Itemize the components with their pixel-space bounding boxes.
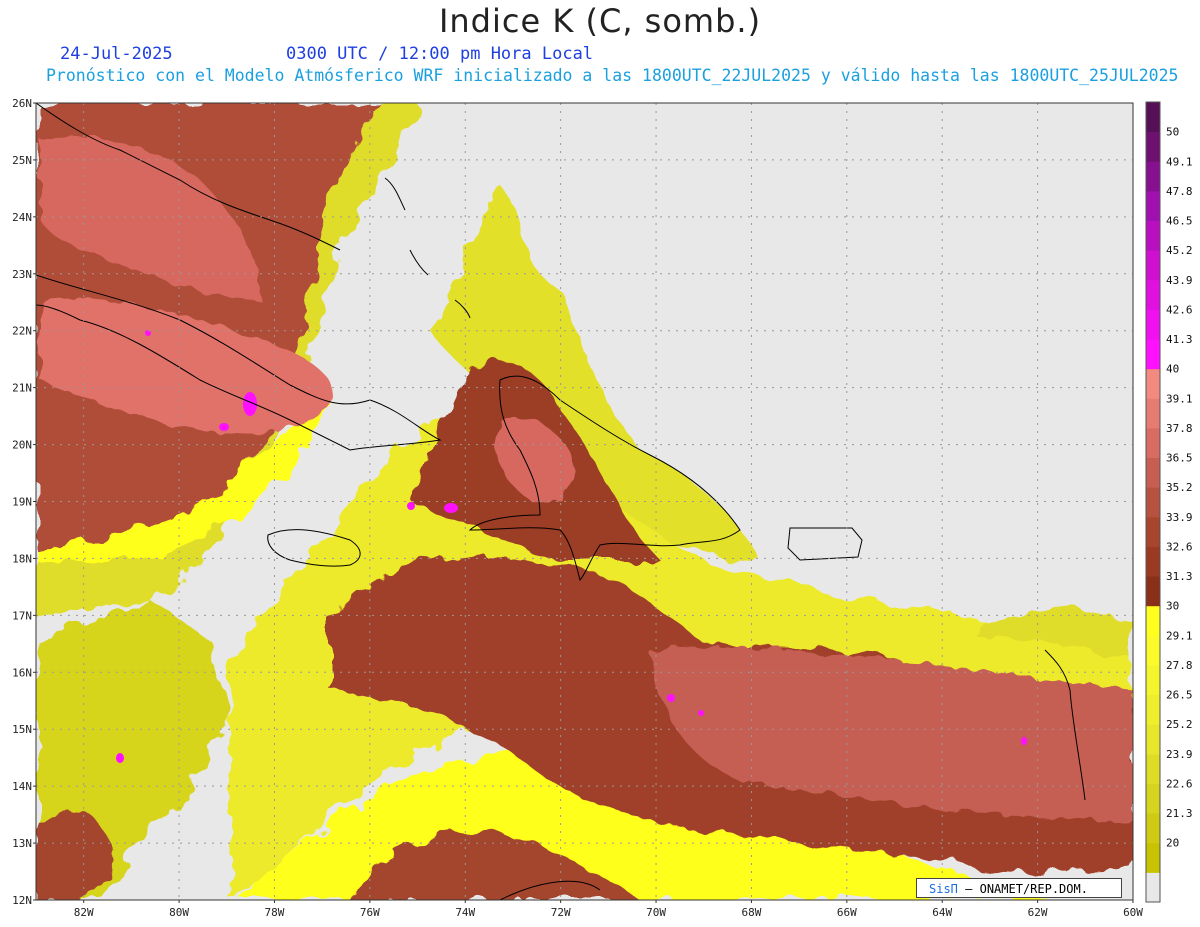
colorbar-swatch (1146, 842, 1160, 873)
colorbar-label: 37.8 (1166, 422, 1193, 435)
colorbar-swatch (1146, 457, 1160, 488)
colorbar-label: 29.1 (1166, 629, 1193, 642)
colorbar-swatch (1146, 516, 1160, 547)
colorbar: 20 21.3 22.6 23.9 25.2 26.5 27.8 29.1 30 31.3 32.6… (1145, 101, 1193, 903)
colorbar-swatch (1146, 279, 1160, 310)
colorbar-label: 46.5 (1166, 215, 1193, 228)
colorbar-swatch (1146, 339, 1160, 370)
colorbar-swatch (1146, 576, 1160, 607)
credit-brand: SisΠ (929, 882, 958, 896)
magenta-spot (116, 753, 124, 763)
colorbar-label: 50 (1166, 126, 1179, 139)
colorbar-swatch (1146, 487, 1160, 518)
lat-tick-label: 19N (12, 496, 32, 509)
lon-tick-label: 66W (837, 906, 857, 919)
lat-tick-label: 12N (12, 894, 32, 907)
lon-tick-label: 76W (360, 906, 380, 919)
colorbar-swatch (1146, 220, 1160, 251)
colorbar-label: 23.9 (1166, 748, 1193, 761)
colorbar-label: 39.1 (1166, 392, 1193, 405)
colorbar-label: 21.3 (1166, 807, 1193, 820)
colorbar-label: 47.8 (1166, 185, 1193, 198)
latitude-labels: 12N 13N 14N 15N 16N 17N 18N 19N 20N 21N 22N 23N 24N 2… (12, 97, 36, 907)
magenta-spot (444, 503, 458, 513)
magenta-spot (407, 502, 415, 510)
colorbar-swatch (1146, 427, 1160, 459)
lon-tick-label: 74W (455, 906, 475, 919)
lon-tick-label: 62W (1028, 906, 1048, 919)
colorbar-swatch (1146, 635, 1160, 666)
colorbar-label: 33.9 (1166, 511, 1193, 524)
colorbar-swatch (1146, 783, 1160, 814)
lon-tick-label: 80W (169, 906, 189, 919)
lon-tick-label: 70W (646, 906, 666, 919)
lat-tick-label: 23N (12, 268, 32, 281)
colorbar-swatch (1146, 398, 1160, 429)
colorbar-swatch (1146, 724, 1160, 755)
lon-tick-label: 64W (932, 906, 952, 919)
colorbar-swatch (1146, 368, 1160, 399)
colorbar-swatch (1146, 131, 1160, 162)
lat-tick-label: 17N (12, 609, 32, 622)
colorbar-label: 49.1 (1166, 155, 1193, 168)
lon-tick-label: 68W (741, 906, 761, 919)
longitude-labels: 82W 80W 78W 76W 74W 72W 70W 68W 66W 64W 62W 60W (74, 900, 1143, 919)
colorbar-swatch (1146, 813, 1160, 844)
colorbar-label: 32.6 (1166, 540, 1193, 553)
colorbar-label: 22.6 (1166, 777, 1193, 790)
weather-map: 12N 13N 14N 15N 16N 17N 18N 19N 20N 21N 22N 23N 24N 2… (12, 97, 1193, 919)
colorbar-label: 27.8 (1166, 659, 1193, 672)
lat-tick-label: 22N (12, 325, 32, 338)
colorbar-swatch (1146, 546, 1160, 577)
lat-tick-label: 26N (12, 97, 32, 110)
colorbar-swatch (1146, 694, 1160, 725)
colorbar-label: 26.5 (1166, 689, 1193, 702)
colorbar-swatch (1146, 753, 1160, 784)
colorbar-swatch (1146, 605, 1160, 636)
colorbar-swatch (1146, 250, 1160, 281)
magenta-spot (1021, 737, 1027, 745)
colorbar-label: 25.2 (1166, 718, 1193, 731)
colorbar-label: 31.3 (1166, 570, 1193, 583)
colorbar-label: 42.6 (1166, 303, 1193, 316)
colorbar-label: 45.2 (1166, 244, 1193, 257)
lat-tick-label: 21N (12, 382, 32, 395)
colorbar-label: 43.9 (1166, 274, 1193, 287)
lon-tick-label: 82W (74, 906, 94, 919)
colorbar-swatch (1146, 664, 1160, 696)
colorbar-swatch (1146, 102, 1160, 133)
colorbar-label: 35.2 (1166, 481, 1193, 494)
credit-text: – ONAMET/REP.DOM. (965, 882, 1088, 896)
colorbar-swatch (1146, 872, 1160, 903)
map-field (36, 103, 1133, 900)
lat-tick-label: 13N (12, 837, 32, 850)
colorbar-label: 40 (1166, 363, 1179, 376)
colorbar-label: 30 (1166, 600, 1179, 613)
lat-tick-label: 16N (12, 666, 32, 679)
colorbar-label: 36.5 (1166, 452, 1193, 465)
lon-tick-label: 78W (265, 906, 285, 919)
lat-tick-label: 25N (12, 154, 32, 167)
colorbar-swatch (1146, 161, 1160, 192)
lon-tick-label: 72W (551, 906, 571, 919)
lat-tick-label: 14N (12, 780, 32, 793)
lat-tick-label: 20N (12, 439, 32, 452)
colorbar-swatch (1146, 190, 1160, 222)
colorbar-label: 41.3 (1166, 333, 1193, 346)
lon-tick-label: 60W (1123, 906, 1143, 919)
magenta-spot (219, 423, 229, 431)
credit-box: SisΠ – ONAMET/REP.DOM. (916, 878, 1122, 898)
colorbar-swatch (1146, 309, 1160, 340)
colorbar-label: 20 (1166, 837, 1179, 850)
magenta-spot (698, 710, 704, 716)
magenta-spot (667, 694, 675, 702)
lat-tick-label: 15N (12, 723, 32, 736)
lat-tick-label: 18N (12, 552, 32, 565)
lat-tick-label: 24N (12, 211, 32, 224)
